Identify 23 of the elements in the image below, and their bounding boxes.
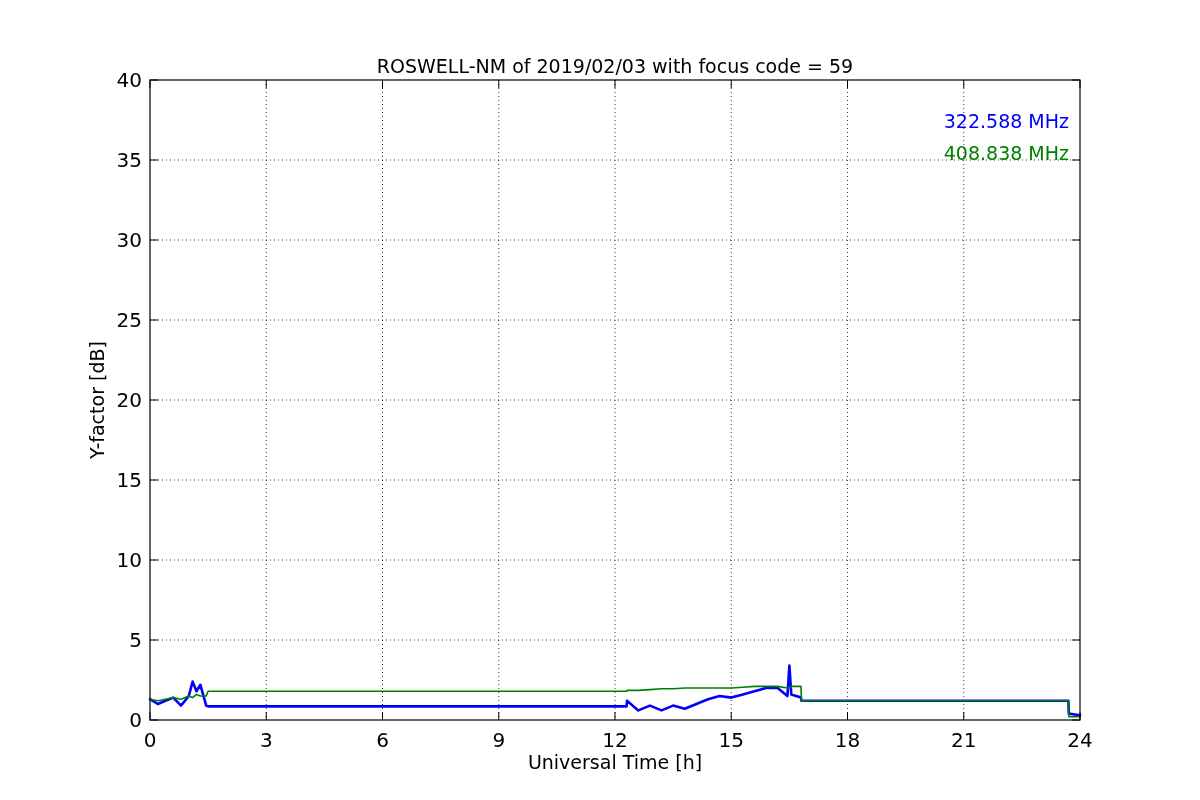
y-tick-label: 15 [116,468,142,492]
y-tick-label: 35 [116,148,142,172]
legend-label: 322.588 MHz [943,110,1069,132]
x-axis-label: Universal Time [h] [527,751,703,773]
x-tick-label: 9 [492,728,506,752]
x-tick-label: 0 [143,728,157,752]
x-tick-label: 6 [376,728,389,752]
y-tick-label: 20 [116,388,142,412]
y-tick-label: 40 [116,68,142,92]
y-axis-label: Y-factor [dB] [86,341,108,459]
x-tick-label: 24 [1067,728,1093,752]
y-tick-label: 10 [116,548,142,572]
x-tick-label: 12 [602,728,628,752]
y-tick-label: 0 [129,708,142,732]
x-tick-label: 15 [718,728,744,752]
x-tick-label: 21 [951,728,977,752]
legend-label: 408.838 MHz [943,142,1069,164]
y-tick-label: 25 [116,308,142,332]
x-tick-label: 18 [834,728,861,752]
x-tick-label: 3 [259,728,273,752]
chart-title: ROSWELL-NM of 2019/02/03 with focus code = 59 [376,55,854,77]
y-tick-label: 30 [116,228,142,252]
y-tick-label: 5 [129,628,142,652]
